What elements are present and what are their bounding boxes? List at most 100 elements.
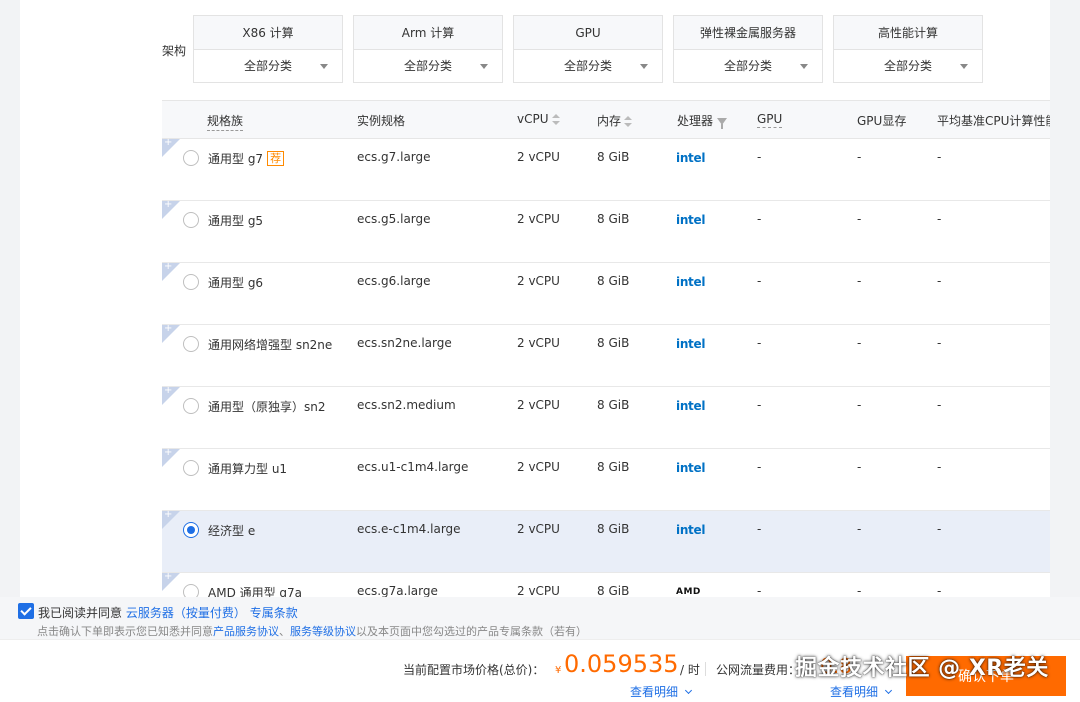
arch-select-x86[interactable]: 全部分类 — [194, 50, 342, 83]
table-row[interactable]: + 通用型 g5 ecs.g5.large 2 vCPU 8 GiB intel - - - — [162, 199, 1050, 263]
cell-gpu-memory: - — [857, 584, 862, 597]
cell-baseline-cpu: - — [937, 460, 942, 474]
header-processor-label: 处理器 — [677, 114, 714, 128]
header-gpu: GPU — [757, 112, 783, 128]
plus-icon: + — [164, 447, 173, 458]
table-header: 规格族 实例规格 vCPU 内存 处理器 GPU GPU显存 平均基准CPU计算… — [162, 101, 1050, 139]
header-vcpu-label: vCPU — [517, 112, 549, 126]
cell-gpu: - — [757, 398, 762, 412]
arch-select-arm[interactable]: 全部分类 — [354, 50, 502, 83]
row-radio[interactable] — [183, 150, 199, 166]
table-row[interactable]: + 通用型 g7 荐 ecs.g7.large 2 vCPU 8 GiB intel - - - — [162, 137, 1050, 201]
divider — [705, 662, 706, 676]
price-value: 0.059535 — [564, 650, 679, 678]
cell-spec: ecs.g6.large — [357, 274, 431, 288]
filter-icon[interactable] — [717, 118, 728, 129]
header-baseline-cpu: 平均基准CPU计算性能 — [937, 114, 1050, 128]
arch-select-value: 全部分类 — [723, 59, 772, 73]
row-radio[interactable] — [183, 274, 199, 290]
arch-tab-arm[interactable]: Arm 计算 — [354, 16, 502, 50]
row-radio[interactable] — [183, 460, 199, 476]
notice-link-sla[interactable]: 服务等级协议 — [290, 625, 356, 638]
row-radio[interactable] — [183, 336, 199, 352]
arch-select-baremetal[interactable]: 全部分类 — [674, 50, 822, 83]
arch-column-baremetal[interactable]: 弹性裸金属服务器 全部分类 — [673, 15, 823, 83]
header-processor[interactable]: 处理器 — [677, 112, 728, 129]
notice-prefix: 点击确认下单即表示您已知悉并同意 — [37, 625, 213, 638]
table-row[interactable]: + 通用网络增强型 sn2ne ecs.sn2ne.large 2 vCPU 8 GiB… — [162, 323, 1050, 387]
arch-column-x86[interactable]: X86 计算 全部分类 — [193, 15, 343, 83]
arch-column-hpc[interactable]: 高性能计算 全部分类 — [833, 15, 983, 83]
agreement-checkbox[interactable] — [18, 603, 34, 619]
row-radio[interactable] — [183, 522, 199, 538]
instance-table: 规格族 实例规格 vCPU 内存 处理器 GPU GPU显存 平均基准CPU计算… — [162, 100, 1050, 597]
traffic-detail-link[interactable]: 查看明细 — [830, 683, 893, 700]
sort-icon[interactable] — [624, 115, 633, 128]
arch-select-gpu[interactable]: 全部分类 — [514, 50, 662, 83]
arch-tab-x86[interactable]: X86 计算 — [194, 16, 342, 50]
agreement-text: 我已阅读并同意 云服务器（按量付费） 专属条款 — [38, 604, 298, 621]
intel-logo-icon: intel — [676, 523, 706, 537]
cell-baseline-cpu: - — [937, 522, 942, 536]
cell-family: 通用型 g6 — [208, 274, 263, 291]
arch-column-arm[interactable]: Arm 计算 全部分类 — [353, 15, 503, 83]
family-name: 经济型 e — [208, 524, 256, 538]
cell-gpu-memory: - — [857, 398, 862, 412]
arch-select-value: 全部分类 — [403, 59, 452, 73]
row-radio[interactable] — [183, 584, 199, 597]
header-memory-label: 内存 — [597, 114, 622, 128]
cell-family: 通用型 g5 — [208, 212, 263, 229]
header-memory[interactable]: 内存 — [597, 112, 633, 129]
arch-column-gpu[interactable]: GPU 全部分类 — [513, 15, 663, 83]
caret-down-icon — [960, 64, 968, 69]
price-currency: ¥ — [555, 665, 562, 676]
cell-spec: ecs.g7.large — [357, 150, 431, 164]
agreement-link-ecs[interactable]: 云服务器（按量付费） — [126, 606, 246, 620]
cell-family: 通用网络增强型 sn2ne — [208, 336, 332, 353]
sort-icon[interactable] — [551, 113, 560, 126]
price-detail-link[interactable]: 查看明细 — [630, 683, 693, 700]
intel-logo-icon: intel — [676, 461, 706, 475]
cell-spec: ecs.u1-c1m4.large — [357, 460, 469, 474]
cell-spec: ecs.e-c1m4.large — [357, 522, 461, 536]
table-row[interactable]: + 经济型 e ecs.e-c1m4.large 2 vCPU 8 GiB intel - -… — [162, 509, 1050, 573]
cell-baseline-cpu: - — [937, 274, 942, 288]
cell-gpu-memory: - — [857, 212, 862, 226]
arch-select-value: 全部分类 — [883, 59, 932, 73]
cell-vcpu: 2 vCPU — [517, 522, 560, 536]
cell-memory: 8 GiB — [597, 584, 630, 597]
agreement-bar: 我已阅读并同意 云服务器（按量付费） 专属条款 点击确认下单即表示您已知悉并同意… — [0, 597, 1080, 639]
cell-gpu-memory: - — [857, 150, 862, 164]
cell-memory: 8 GiB — [597, 150, 630, 164]
cell-gpu: - — [757, 150, 762, 164]
table-row[interactable]: + 通用型 g6 ecs.g6.large 2 vCPU 8 GiB intel - - - — [162, 261, 1050, 325]
table-row[interactable]: + 通用算力型 u1 ecs.u1-c1m4.large 2 vCPU 8 GiB int… — [162, 447, 1050, 511]
family-name: 通用型 g5 — [208, 214, 264, 228]
cell-gpu: - — [757, 336, 762, 350]
arch-tab-baremetal[interactable]: 弹性裸金属服务器 — [674, 16, 822, 50]
cell-family: 经济型 e — [208, 522, 255, 539]
cell-baseline-cpu: - — [937, 398, 942, 412]
plus-icon: + — [164, 323, 173, 334]
table-row[interactable]: + AMD 通用型 g7a ecs.g7a.large 2 vCPU 8 GiB AMD -… — [162, 571, 1050, 597]
agreement-prefix: 我已阅读并同意 — [38, 606, 123, 620]
recommend-badge: 荐 — [267, 151, 285, 166]
agreement-link-terms[interactable]: 专属条款 — [250, 606, 298, 620]
notice-link-service[interactable]: 产品服务协议 — [213, 625, 279, 638]
detail-label: 查看明细 — [630, 685, 679, 699]
arch-select-hpc[interactable]: 全部分类 — [834, 50, 982, 83]
plus-icon: + — [164, 261, 173, 272]
arch-tab-gpu[interactable]: GPU — [514, 16, 662, 50]
row-radio[interactable] — [183, 212, 199, 228]
plus-icon: + — [164, 509, 173, 520]
arch-tab-hpc[interactable]: 高性能计算 — [834, 16, 982, 50]
header-vcpu[interactable]: vCPU — [517, 112, 560, 126]
plus-icon: + — [164, 385, 173, 396]
table-row[interactable]: + 通用型（原独享）sn2 ecs.sn2.medium 2 vCPU 8 GiB int… — [162, 385, 1050, 449]
cell-memory: 8 GiB — [597, 212, 630, 226]
cell-spec: ecs.g7a.large — [357, 584, 438, 597]
row-radio[interactable] — [183, 398, 199, 414]
cell-family: AMD 通用型 g7a — [208, 584, 302, 597]
caret-down-icon — [480, 64, 488, 69]
cell-gpu: - — [757, 212, 762, 226]
